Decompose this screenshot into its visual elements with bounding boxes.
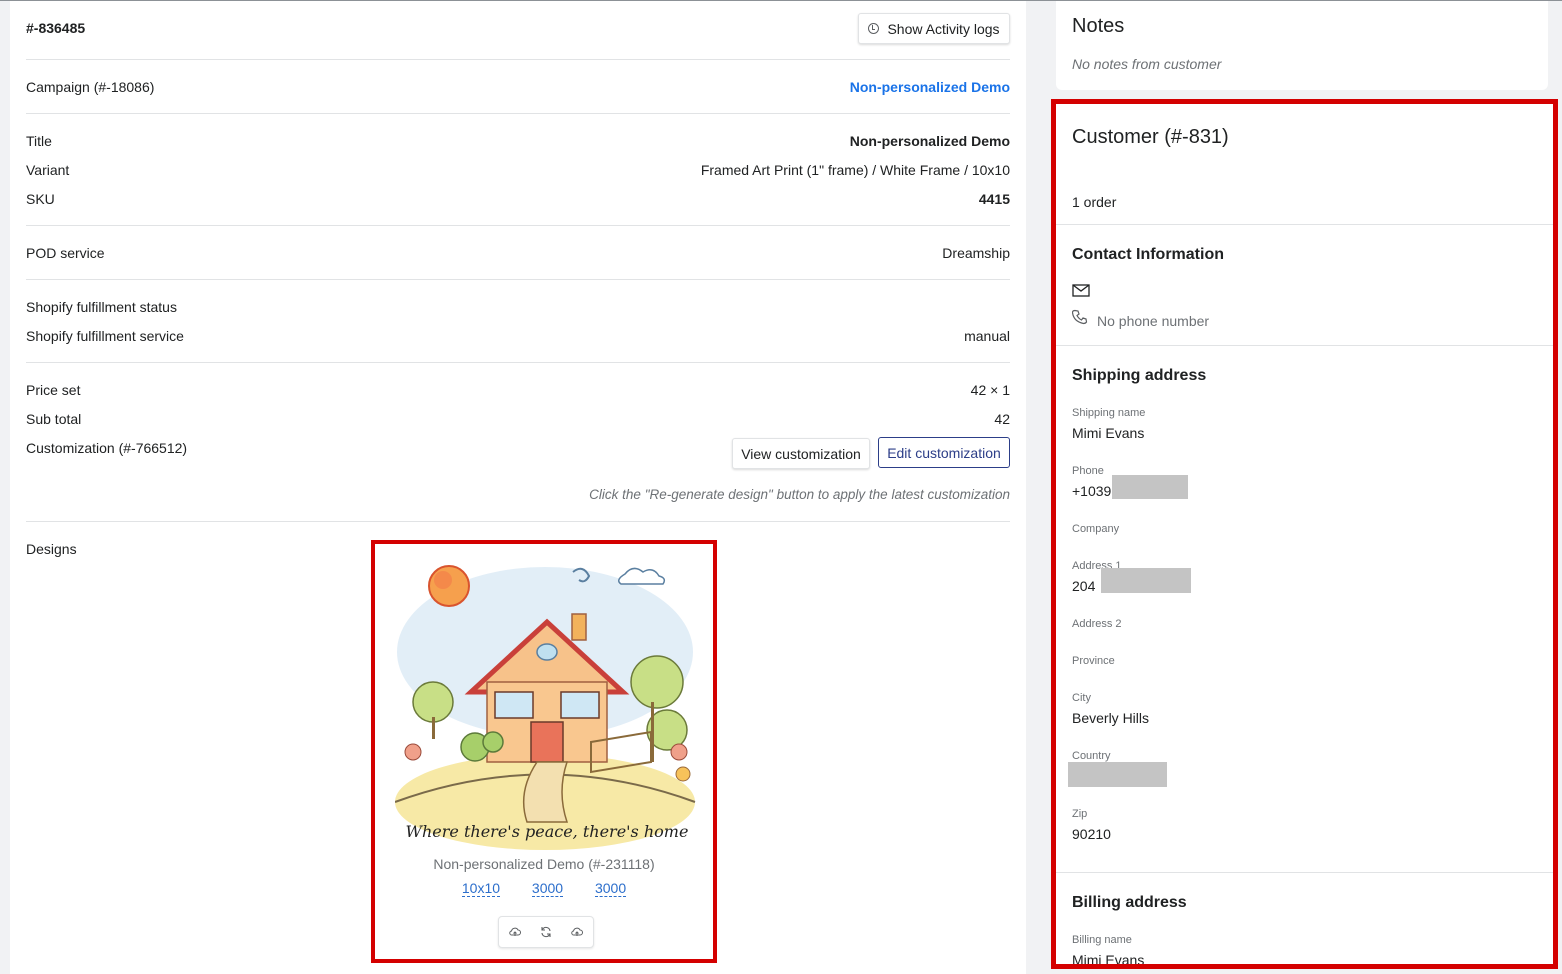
price-label: Price set [26,382,81,398]
shipping-phone-label: Phone [1072,465,1104,477]
billing-address-title: Billing address [1072,894,1187,911]
upload-cloud-icon[interactable] [499,917,530,947]
zip-value: 90210 [1072,826,1111,842]
design-height-link[interactable]: 3000 [594,880,627,897]
divider [26,59,1010,60]
show-activity-logs-label: Show Activity logs [887,20,1000,37]
notes-card: Notes No notes from customer [1056,1,1548,90]
design-artwork-image[interactable]: Where there's peace, there's home [395,552,699,852]
shipping-phone-value: +1039 [1072,483,1112,499]
zip-label: Zip [1072,808,1088,820]
design-preview-card: Where there's peace, there's home Non-pe… [371,540,717,963]
divider [26,362,1010,363]
campaign-link[interactable]: Non-personalized Demo [850,77,1010,97]
campaign-label: Campaign (#-18086) [26,79,155,95]
phone-number-text: No phone number [1097,313,1210,329]
redacted-block [1101,568,1191,593]
design-width-link[interactable]: 3000 [531,880,564,897]
variant-label: Variant [26,162,70,178]
view-customization-label: View customization [741,445,861,462]
email-icon[interactable] [1072,284,1090,300]
address2-label: Address 2 [1072,618,1122,630]
divider [1056,224,1553,225]
edit-customization-label: Edit customization [887,444,1001,461]
fulfillment-status-row: Shopify fulfillment status [26,297,1010,317]
city-value: Beverly Hills [1072,710,1150,726]
shipping-name-value: Mimi Evans [1072,425,1145,441]
title-label: Title [26,133,52,149]
sku-row: SKU 4415 [26,189,1010,209]
shipping-name-label: Shipping name [1072,407,1146,419]
redacted-block [1068,762,1167,787]
billing-name-value: Mimi Evans [1072,952,1145,968]
refresh-icon[interactable] [530,917,561,947]
customer-order-count[interactable]: 1 order [1072,194,1116,210]
pod-label: POD service [26,245,105,261]
country-label: Country [1072,750,1111,762]
sku-label: SKU [26,191,55,207]
design-art-caption: Where there's peace, there's home [406,822,689,841]
view-customization-button[interactable]: View customization [732,438,870,469]
divider [26,225,1010,226]
customer-card: Customer (#-831) 1 order Contact Informa… [1051,99,1558,969]
contact-information-title: Contact Information [1072,246,1224,263]
price-row: Price set 42 × 1 [26,380,1010,400]
divider [1056,345,1553,346]
fulfillment-status-label: Shopify fulfillment status [26,299,177,315]
design-size-link[interactable]: 10x10 [461,880,501,897]
shipping-address-title: Shipping address [1072,367,1207,384]
design-dimensions: 10x10 3000 3000 [375,880,713,897]
subtotal-value: 42 [994,411,1010,427]
divider [26,113,1010,114]
regenerate-hint: Click the "Re-generate design" button to… [589,487,1010,502]
address1-value: 204 [1072,578,1096,594]
campaign-row: Campaign (#-18086) Non-personalized Demo [26,77,1010,97]
customer-title: Customer (#-831) [1072,126,1229,148]
pod-value: Dreamship [942,245,1010,261]
fulfillment-service-label: Shopify fulfillment service [26,328,184,344]
variant-value: Framed Art Print (1" frame) / White Fram… [700,162,1010,178]
history-icon [868,23,880,34]
divider [26,521,1010,522]
billing-name-label: Billing name [1072,934,1132,946]
edit-customization-button[interactable]: Edit customization [878,437,1010,468]
divider [1056,872,1553,873]
sku-value: 4415 [978,191,1010,207]
title-value: Non-personalized Demo [849,133,1010,149]
price-value: 42 × 1 [970,382,1010,398]
order-id: #-836485 [26,20,86,36]
subtotal-row: Sub total 42 [26,409,1010,429]
fulfillment-service-value: manual [964,328,1010,344]
notes-title: Notes [1072,15,1125,37]
divider [26,279,1010,280]
pod-row: POD service Dreamship [26,243,1010,263]
variant-row: Variant Framed Art Print (1" frame) / Wh… [26,160,1010,180]
company-label: Company [1072,523,1120,535]
design-action-buttons [498,916,594,948]
upload-cloud-icon[interactable] [562,917,593,947]
customization-label: Customization (#-766512) [26,440,188,456]
show-activity-logs-button[interactable]: Show Activity logs [858,13,1010,44]
design-name: Non-personalized Demo (#-231118) [433,856,655,872]
fulfillment-service-row: Shopify fulfillment service manual [26,326,1010,346]
title-row: Title Non-personalized Demo [26,131,1010,151]
city-label: City [1072,692,1091,704]
phone-icon [1071,309,1088,328]
subtotal-label: Sub total [26,411,82,427]
redacted-block [1112,475,1188,499]
designs-label: Designs [26,541,77,557]
notes-text: No notes from customer [1072,56,1222,72]
province-label: Province [1072,655,1115,667]
